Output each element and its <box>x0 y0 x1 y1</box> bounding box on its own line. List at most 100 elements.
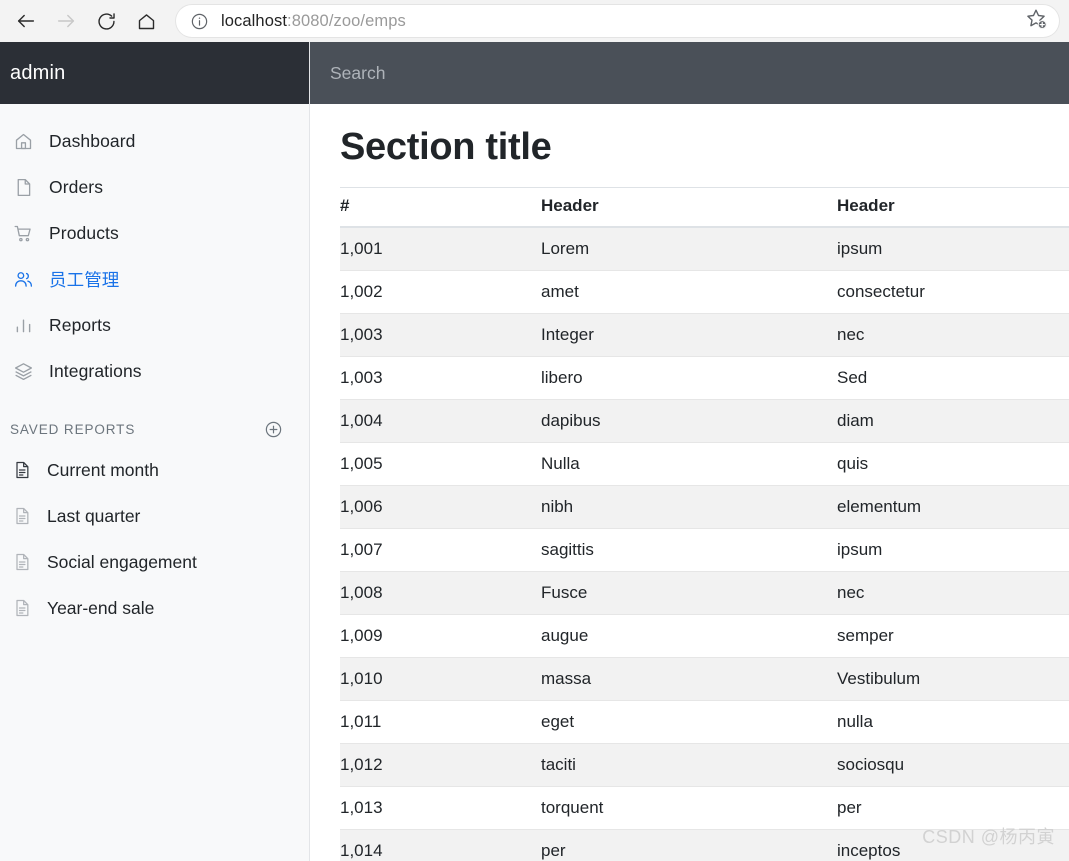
search-input-placeholder: Search <box>330 62 386 83</box>
plus-circle-icon[interactable] <box>264 420 283 439</box>
table-row[interactable]: 1,010 massa Vestibulum <box>340 657 1069 701</box>
cell-header-2: sociosqu <box>837 743 1069 787</box>
table-row[interactable]: 1,005 Nulla quis <box>340 442 1069 486</box>
cell-header-2: semper <box>837 614 1069 658</box>
table-row[interactable]: 1,003 libero Sed <box>340 356 1069 400</box>
address-bar[interactable]: localhost:8080/zoo/emps <box>176 5 1059 37</box>
table-row[interactable]: 1,009 augue semper <box>340 614 1069 658</box>
sidebar-brand[interactable]: admin <box>0 42 309 104</box>
add-favorite-button[interactable] <box>1019 6 1053 36</box>
cell-header-1: per <box>541 829 837 861</box>
sidebar-item-dashboard[interactable]: Dashboard <box>0 118 309 164</box>
sidebar-item-label: Dashboard <box>49 130 136 151</box>
cell-header-2: nec <box>837 571 1069 615</box>
cell-id: 1,002 <box>340 270 541 314</box>
file-text-icon <box>12 460 32 480</box>
cell-id: 1,003 <box>340 313 541 357</box>
cell-header-1: sagittis <box>541 528 837 572</box>
saved-report-last-quarter[interactable]: Last quarter <box>0 493 309 539</box>
column-header-2[interactable]: Header <box>837 187 1069 228</box>
sidebar-item-orders[interactable]: Orders <box>0 164 309 210</box>
url-host: localhost <box>221 11 288 30</box>
forward-button[interactable] <box>46 4 86 38</box>
cell-header-1: libero <box>541 356 837 400</box>
table-body: 1,001 Lorem ipsum 1,002 amet consectetur 1,003… <box>340 227 1069 861</box>
sidebar-item-products[interactable]: Products <box>0 210 309 256</box>
saved-report-label: Last quarter <box>47 505 141 526</box>
document-icon <box>12 176 34 198</box>
saved-report-social-engagement[interactable]: Social engagement <box>0 539 309 585</box>
table-row[interactable]: 1,006 nibh elementum <box>340 485 1069 529</box>
column-header-id[interactable]: # <box>340 187 541 228</box>
cell-header-2: nulla <box>837 700 1069 744</box>
top-search-bar[interactable]: Search <box>310 42 1069 104</box>
cell-header-2: diam <box>837 399 1069 443</box>
table-row[interactable]: 1,002 amet consectetur <box>340 270 1069 314</box>
home-icon <box>12 130 34 152</box>
page-title: Section title <box>340 126 552 168</box>
table-row[interactable]: 1,004 dapibus diam <box>340 399 1069 443</box>
cell-header-1: Fusce <box>541 571 837 615</box>
watermark: CSDN @杨丙寅 <box>922 827 1055 847</box>
app-shell: admin Dashboard Orders Products 员工管理 Rep… <box>0 42 1069 861</box>
cell-header-2: ipsum <box>837 227 1069 271</box>
saved-report-label: Year-end sale <box>47 597 155 618</box>
cell-header-1: massa <box>541 657 837 701</box>
cell-header-1: Lorem <box>541 227 837 271</box>
saved-reports-title: SAVED REPORTS <box>10 422 136 437</box>
saved-report-label: Social engagement <box>47 551 197 572</box>
cell-id: 1,003 <box>340 356 541 400</box>
cell-id: 1,011 <box>340 700 541 744</box>
cell-header-1: amet <box>541 270 837 314</box>
back-button[interactable] <box>6 4 46 38</box>
table-row[interactable]: 1,011 eget nulla <box>340 700 1069 744</box>
table-row[interactable]: 1,003 Integer nec <box>340 313 1069 357</box>
cell-id: 1,006 <box>340 485 541 529</box>
cell-header-1: torquent <box>541 786 837 830</box>
cell-id: 1,001 <box>340 227 541 271</box>
column-header-1[interactable]: Header <box>541 187 837 228</box>
cell-header-1: eget <box>541 700 837 744</box>
cell-header-1: dapibus <box>541 399 837 443</box>
table-row[interactable]: 1,007 sagittis ipsum <box>340 528 1069 572</box>
sidebar-nav: Dashboard Orders Products 员工管理 Reports I… <box>0 104 309 394</box>
cell-id: 1,013 <box>340 786 541 830</box>
home-button[interactable] <box>126 4 166 38</box>
back-arrow-icon <box>15 10 37 32</box>
file-text-icon <box>12 552 32 572</box>
saved-reports-header: SAVED REPORTS <box>0 394 309 447</box>
table-row[interactable]: 1,012 taciti sociosqu <box>340 743 1069 787</box>
site-info-icon[interactable] <box>190 12 209 31</box>
cell-header-1: Integer <box>541 313 837 357</box>
sidebar-item-label: Products <box>49 222 119 243</box>
bar-chart-icon <box>12 314 34 336</box>
cell-header-1: taciti <box>541 743 837 787</box>
forward-arrow-icon <box>55 10 77 32</box>
cell-header-1: nibh <box>541 485 837 529</box>
sidebar-item-label: Integrations <box>49 360 142 381</box>
sidebar-item-reports[interactable]: Reports <box>0 302 309 348</box>
file-text-icon <box>12 598 32 618</box>
cell-header-1: Nulla <box>541 442 837 486</box>
cell-id: 1,014 <box>340 829 541 861</box>
sidebar-item-label: 员工管理 <box>49 269 120 290</box>
table-row[interactable]: 1,001 Lorem ipsum <box>340 227 1069 271</box>
main-content: Search Section title # Header Header 1,0… <box>310 42 1069 861</box>
cell-header-2: nec <box>837 313 1069 357</box>
cell-header-2: consectetur <box>837 270 1069 314</box>
file-text-icon <box>12 506 32 526</box>
shopping-cart-icon <box>12 222 34 244</box>
browser-toolbar: localhost:8080/zoo/emps <box>0 0 1069 42</box>
saved-report-label: Current month <box>47 459 159 480</box>
cell-header-2: quis <box>837 442 1069 486</box>
add-favorite-star-icon <box>1024 7 1048 36</box>
people-icon <box>12 268 34 290</box>
layers-icon <box>12 360 34 382</box>
saved-report-current-month[interactable]: Current month <box>0 447 309 493</box>
sidebar-item-integrations[interactable]: Integrations <box>0 348 309 394</box>
table-row[interactable]: 1,008 Fusce nec <box>340 571 1069 615</box>
saved-report-year-end-sale[interactable]: Year-end sale <box>0 585 309 631</box>
reload-button[interactable] <box>86 4 126 38</box>
url-text: localhost:8080/zoo/emps <box>221 12 1019 31</box>
sidebar-item-employee-management[interactable]: 员工管理 <box>0 256 309 302</box>
